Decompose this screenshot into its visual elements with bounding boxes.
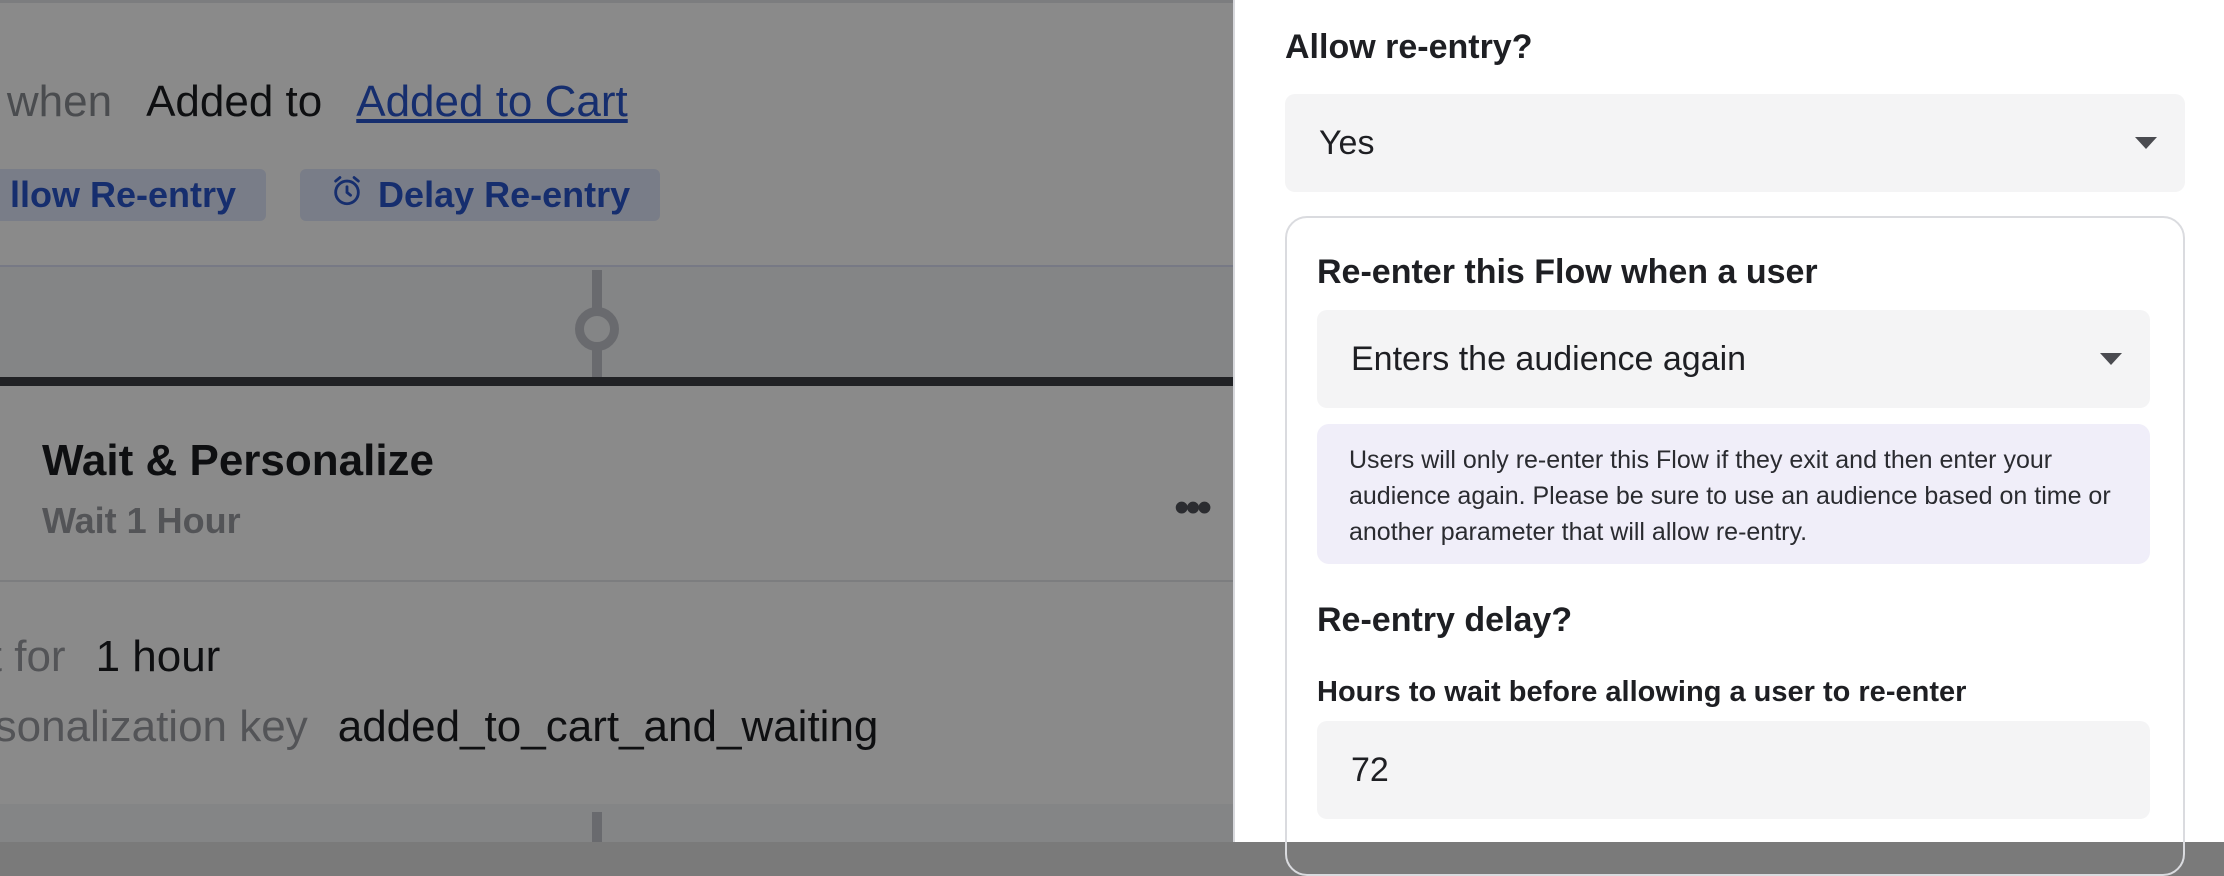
hours-to-wait-label: Hours to wait before allowing a user to … [1317, 676, 1967, 708]
modal-backdrop[interactable] [0, 0, 1233, 842]
hours-to-wait-input[interactable]: 72 [1317, 721, 2150, 819]
select-value: Yes [1319, 123, 1375, 162]
select-value: Enters the audience again [1351, 339, 1747, 378]
reentry-settings-panel: Allow re-entry? Yes Re-enter this Flow w… [1233, 0, 2224, 876]
allow-reentry-label: Allow re-entry? [1285, 28, 1533, 66]
caret-down-icon [2135, 137, 2157, 149]
allow-reentry-select[interactable]: Yes [1285, 94, 2185, 192]
reenter-when-label: Re-enter this Flow when a user [1317, 253, 1818, 291]
reentry-delay-label: Re-entry delay? [1317, 601, 1573, 639]
reentry-info-note: Users will only re-enter this Flow if th… [1317, 424, 2150, 564]
input-value: 72 [1351, 750, 1389, 789]
caret-down-icon [2100, 353, 2122, 365]
reenter-when-select[interactable]: Enters the audience again [1317, 310, 2150, 408]
